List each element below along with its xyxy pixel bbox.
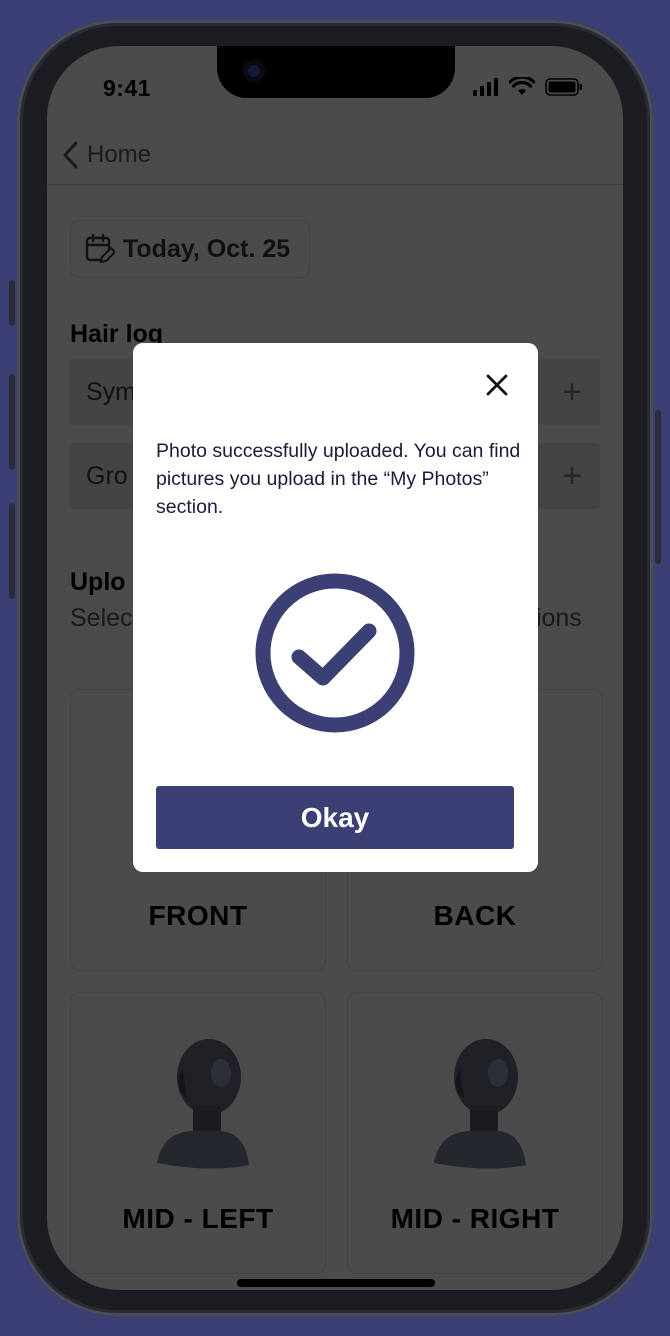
plus-icon[interactable]: +: [562, 443, 582, 509]
signal-icon: [473, 78, 498, 96]
battery-icon: [545, 78, 582, 96]
close-icon[interactable]: [483, 371, 511, 399]
calendar-edit-icon: [85, 233, 115, 264]
upload-subtitle-left: Selec: [70, 604, 133, 632]
back-button[interactable]: Home: [61, 140, 151, 170]
upload-success-modal: Photo successfully uploaded. You can fin…: [133, 343, 538, 872]
check-circle-icon: [255, 573, 415, 733]
card-label: BACK: [433, 900, 517, 931]
chevron-left-icon: [63, 141, 78, 169]
home-indicator[interactable]: [237, 1279, 435, 1287]
card-label: MID - LEFT: [122, 1203, 274, 1234]
photo-card-mid-left[interactable]: MID - LEFT: [70, 992, 326, 1274]
back-label: Home: [87, 141, 152, 168]
dynamic-island: [217, 46, 455, 98]
mannequin-head-icon: [434, 1039, 526, 1169]
upload-title: Uplo: [70, 568, 126, 596]
mannequin-head-icon: [157, 1039, 249, 1169]
date-label: Today, Oct. 25: [123, 234, 291, 263]
front-camera: [243, 60, 265, 82]
log-row-label: Sym: [86, 378, 136, 406]
navigation-bar: Home: [47, 126, 623, 185]
volume-up-button: [9, 374, 15, 470]
volume-down-button: [9, 503, 15, 599]
plus-icon[interactable]: +: [562, 359, 582, 425]
log-row-label: Gro: [86, 462, 128, 490]
modal-message: Photo successfully uploaded. You can fin…: [156, 440, 521, 518]
okay-button[interactable]: Okay: [156, 786, 514, 849]
silent-switch: [9, 280, 15, 326]
status-icons: [473, 77, 583, 96]
status-time: 9:41: [103, 75, 152, 101]
photo-card-mid-right[interactable]: MID - RIGHT: [347, 992, 603, 1274]
wifi-icon: [509, 77, 535, 95]
power-button: [655, 410, 661, 564]
card-label: FRONT: [148, 900, 248, 931]
date-selector[interactable]: Today, Oct. 25: [70, 220, 310, 278]
card-label: MID - RIGHT: [390, 1203, 560, 1234]
